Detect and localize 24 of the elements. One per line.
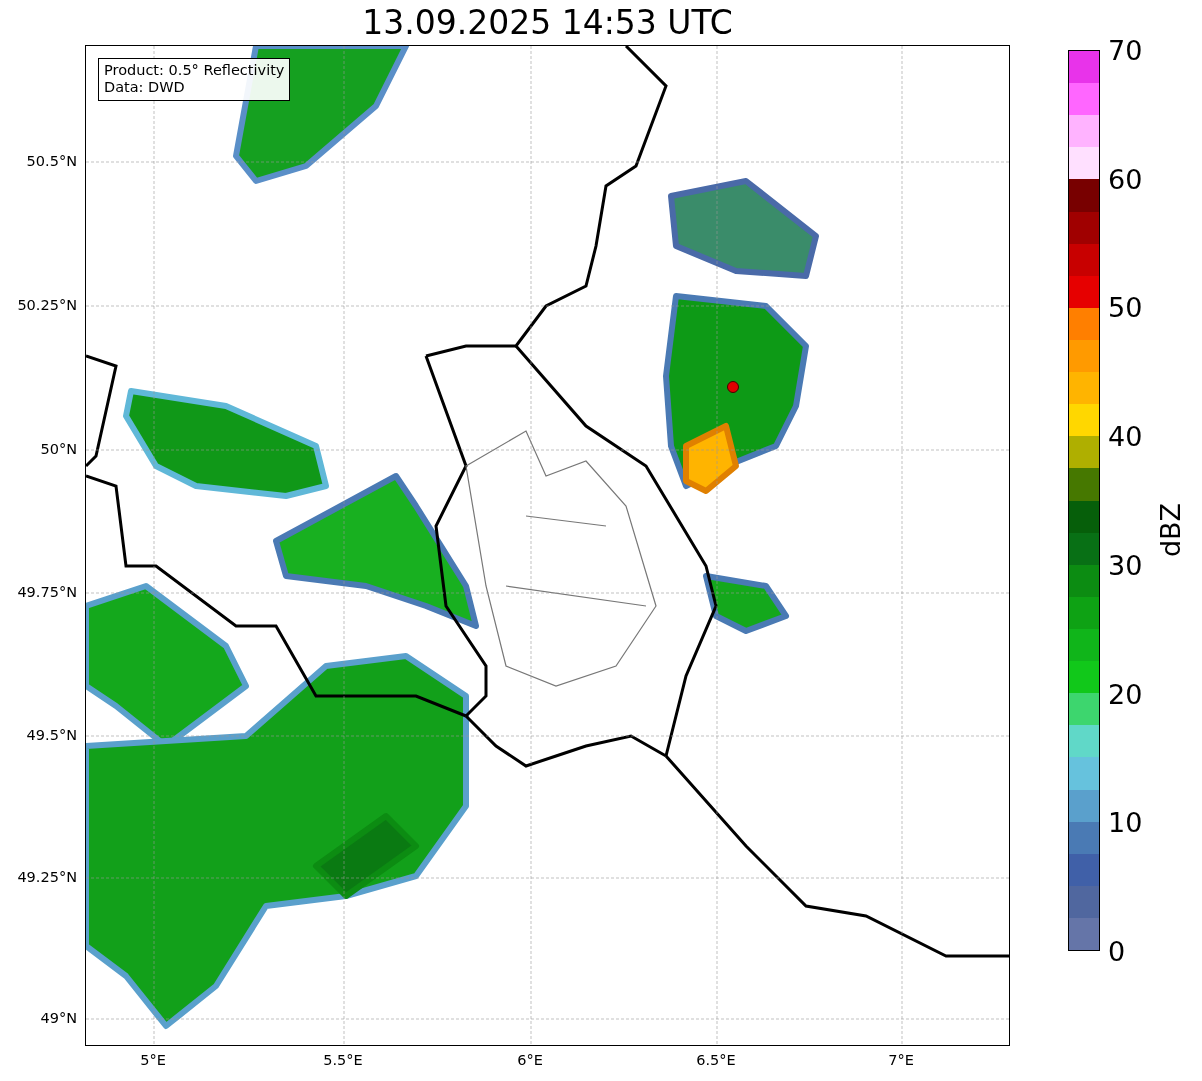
longitude-label: 5.5°E [323, 1052, 363, 1068]
scale-label: 40 [1108, 420, 1143, 452]
latitude-label: 49.25°N [17, 869, 77, 885]
latitude-label: 50.25°N [17, 297, 77, 313]
longitude-label: 7°E [888, 1052, 914, 1068]
latitude-label: 50.5°N [26, 153, 77, 169]
latitude-label: 50°N [40, 441, 77, 457]
scale-unit: dBZ [1154, 502, 1186, 558]
scale-label: 30 [1108, 549, 1143, 581]
longitude-label: 5°E [140, 1052, 166, 1068]
latitude-label: 49.75°N [17, 584, 77, 600]
scale-label: 50 [1108, 291, 1143, 323]
scale-label: 10 [1108, 806, 1143, 838]
scale-label: 60 [1108, 163, 1143, 195]
chart-title: 13.09.2025 14:53 UTC [361, 2, 734, 44]
scale-label: 20 [1108, 678, 1143, 710]
longitude-label: 6.5°E [696, 1052, 736, 1068]
longitude-label: 6°E [517, 1052, 543, 1068]
latitude-label: 49.5°N [26, 727, 77, 743]
info-text: Product: 0.5° Reflectivity [104, 62, 285, 80]
scale-label: 70 [1108, 34, 1143, 66]
info-text: Data: DWD [104, 79, 186, 97]
scale-label: 0 [1108, 935, 1126, 967]
latitude-label: 49°N [40, 1010, 77, 1026]
